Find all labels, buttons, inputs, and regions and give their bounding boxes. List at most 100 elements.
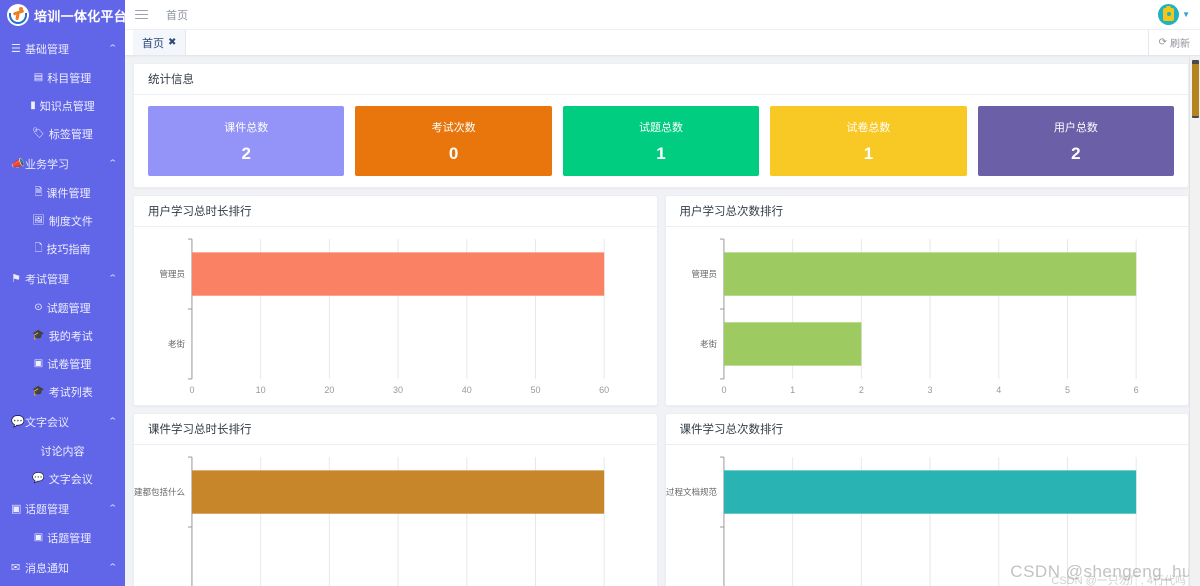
stat-card-3[interactable]: 试卷总数 1 bbox=[770, 106, 967, 176]
stat-label: 考试次数 bbox=[431, 121, 476, 134]
scrollbar-thumb[interactable] bbox=[1192, 60, 1199, 118]
graduation-cap-icon: 🎓 bbox=[32, 386, 45, 397]
graduation-cap-icon: 🎓 bbox=[32, 330, 45, 341]
svg-text:6: 6 bbox=[1133, 385, 1138, 395]
sidebar-group-0[interactable]: ☰ 基础管理 ⌃ bbox=[0, 33, 125, 64]
sidebar-group-label: 话题管理 bbox=[25, 503, 69, 516]
chart-body-3: 软件开发过程文档规范0123456 bbox=[666, 445, 1189, 586]
svg-text:老街: 老街 bbox=[699, 339, 716, 349]
stat-value: 2 bbox=[1071, 143, 1081, 163]
chart-title-3: 课件学习总次数排行 bbox=[665, 414, 1188, 445]
envelope-icon: ✉ bbox=[11, 562, 21, 574]
svg-text:3: 3 bbox=[927, 385, 932, 395]
user-avatar-icon[interactable] bbox=[1158, 4, 1180, 25]
svg-text:软件开发过程文档规范: 软件开发过程文档规范 bbox=[666, 487, 717, 497]
sidebar-item-1-2[interactable]: 🗋 技巧指南 bbox=[0, 235, 125, 263]
sidebar-group-5[interactable]: ✉ 消息通知 ⌃ bbox=[0, 552, 125, 583]
sidebar-item-0-0[interactable]: ▤ 科目管理 bbox=[0, 64, 125, 92]
stat-value: 1 bbox=[656, 143, 666, 163]
grid-icon: ▣ bbox=[11, 503, 22, 515]
brand-title: 培训一体化平台 bbox=[34, 8, 125, 24]
vertical-scrollbar[interactable] bbox=[1189, 56, 1200, 586]
refresh-icon: ⟳ bbox=[1158, 37, 1167, 48]
stat-card-0[interactable]: 课件总数 2 bbox=[148, 106, 345, 176]
chat-icon: 💬 bbox=[32, 473, 45, 484]
hamburger-icon[interactable] bbox=[135, 9, 148, 20]
stat-card-4[interactable]: 用户总数 2 bbox=[977, 106, 1175, 176]
refresh-button[interactable]: ⟳ 刷新 bbox=[1147, 30, 1200, 55]
question-circle-icon: ⊙ bbox=[34, 302, 43, 313]
sidebar-item-1-0[interactable]: 🗎 课件管理 bbox=[0, 179, 125, 207]
sidebar-item-label: 科目管理 bbox=[47, 73, 92, 85]
sidebar-item-0-1[interactable]: ▮ 知识点管理 bbox=[0, 92, 125, 120]
svg-text:5: 5 bbox=[1064, 385, 1069, 395]
svg-text:10: 10 bbox=[256, 385, 266, 395]
sidebar-item-label: 技巧指南 bbox=[46, 244, 91, 256]
tag-icon: 🏷 bbox=[32, 128, 45, 139]
tabbar: 首页 ✖ ⟳ 刷新 bbox=[125, 30, 1200, 56]
svg-text:管理员: 管理员 bbox=[159, 269, 184, 279]
chevron-up-icon: ⌃ bbox=[108, 273, 119, 283]
sidebar-item-label: 话题管理 bbox=[47, 533, 92, 545]
sidebar-item-label: 考试列表 bbox=[48, 387, 93, 399]
sidebar-item-0-2[interactable]: 🏷 标签管理 bbox=[0, 120, 125, 148]
chart-row-1: 用户学习总时长排行 管理员 老街 0 10 20 30 40 50 60 用户学习总次数排行 管… bbox=[133, 195, 1189, 406]
sidebar-group-label: 考试管理 bbox=[25, 273, 69, 286]
tab-home-label: 首页 bbox=[142, 37, 164, 50]
chat-icon: 💬 bbox=[11, 416, 25, 428]
file-image-icon: 🖼 bbox=[32, 215, 45, 226]
sidebar-item-label: 课件管理 bbox=[46, 188, 91, 200]
sidebar-group-label: 基础管理 bbox=[25, 43, 69, 56]
tab-home[interactable]: 首页 ✖ bbox=[133, 30, 187, 55]
sidebar-item-label: 我的考试 bbox=[48, 331, 93, 343]
stat-label: 用户总数 bbox=[1053, 121, 1098, 134]
svg-text:0: 0 bbox=[721, 385, 726, 395]
book-icon: ▤ bbox=[33, 72, 44, 83]
sidebar-item-1-1[interactable]: 🖼 制度文件 bbox=[0, 207, 125, 235]
sidebar: 培训一体化平台 ☰ 基础管理 ⌃ ▤ 科目管理 ▮ 知识点管理 🏷 标签管理 📣 业务学习 ⌃ 🗎 课件管… bbox=[0, 0, 125, 586]
stat-card-1[interactable]: 考试次数 0 bbox=[355, 106, 552, 176]
brand[interactable]: 培训一体化平台 bbox=[0, 0, 125, 30]
svg-text:0: 0 bbox=[189, 385, 194, 395]
runner-logo-icon bbox=[7, 4, 29, 26]
sidebar-group-1[interactable]: 📣 业务学习 ⌃ bbox=[0, 148, 125, 179]
sidebar-nav: ☰ 基础管理 ⌃ ▤ 科目管理 ▮ 知识点管理 🏷 标签管理 📣 业务学习 ⌃ 🗎 课件管理 🖼 制度文件 🗋 技… bbox=[0, 30, 125, 586]
chart-row-2: 课件学习总时长排行 党建都包括什么0123456 课件学习总次数排行 软件开发过… bbox=[133, 413, 1189, 586]
stats-title: 统计信息 bbox=[134, 64, 1188, 95]
chart-card-2: 课件学习总时长排行 党建都包括什么0123456 bbox=[133, 413, 658, 586]
stats-body: 课件总数 2 考试次数 0 试题总数 1 试卷总数 1 用户总数 2 bbox=[134, 95, 1188, 187]
topbar-home-link[interactable]: 首页 bbox=[166, 7, 188, 23]
chart-card-0: 用户学习总时长排行 管理员 老街 0 10 20 30 40 50 60 bbox=[133, 195, 658, 406]
sidebar-item-2-3[interactable]: 🎓 考试列表 bbox=[0, 378, 125, 406]
chevron-up-icon: ⌃ bbox=[108, 158, 119, 168]
sidebar-group-4[interactable]: ▣ 话题管理 ⌃ bbox=[0, 493, 125, 524]
chevron-up-icon: ⌃ bbox=[108, 416, 119, 426]
sidebar-group-3[interactable]: 💬 文字会议 ⌃ bbox=[0, 406, 125, 437]
stat-label: 试题总数 bbox=[639, 121, 684, 134]
sidebar-item-4-0[interactable]: ▣ 话题管理 bbox=[0, 524, 125, 552]
svg-text:60: 60 bbox=[599, 385, 609, 395]
chart-body-1: 管理员 老街 0 1 2 3 4 5 6 bbox=[666, 227, 1189, 405]
stat-card-2[interactable]: 试题总数 1 bbox=[562, 106, 760, 176]
stat-label: 试卷总数 bbox=[846, 121, 891, 134]
sidebar-item-2-2[interactable]: ▣ 试卷管理 bbox=[0, 350, 125, 378]
chart-title-1: 用户学习总次数排行 bbox=[665, 196, 1188, 227]
stat-value: 0 bbox=[448, 143, 459, 163]
chart-body-0: 管理员 老街 0 10 20 30 40 50 60 bbox=[134, 227, 657, 405]
sidebar-group-label: 业务学习 bbox=[25, 158, 69, 171]
sidebar-item-label: 文字会议 bbox=[48, 474, 93, 486]
sidebar-item-2-1[interactable]: 🎓 我的考试 bbox=[0, 322, 125, 350]
grid-icon: ▣ bbox=[33, 358, 44, 369]
sidebar-group-2[interactable]: ⚑ 考试管理 ⌃ bbox=[0, 263, 125, 294]
grid-icon: ▣ bbox=[33, 532, 44, 543]
sidebar-item-2-0[interactable]: ⊙ 试题管理 bbox=[0, 294, 125, 322]
sidebar-item-3-0[interactable]: 讨论内容 bbox=[0, 437, 125, 465]
sidebar-item-label: 制度文件 bbox=[48, 216, 93, 228]
stats-card: 统计信息 课件总数 2 考试次数 0 试题总数 1 试卷总数 1 用户总数 2 bbox=[133, 63, 1189, 188]
chevron-up-icon: ⌃ bbox=[108, 43, 119, 53]
sidebar-item-3-1[interactable]: 💬 文字会议 bbox=[0, 465, 125, 493]
flag-icon: ⚑ bbox=[11, 273, 21, 285]
close-icon[interactable]: ✖ bbox=[168, 37, 176, 48]
chevron-down-icon[interactable]: ▼ bbox=[1182, 10, 1190, 19]
sidebar-group-label: 文字会议 bbox=[25, 416, 69, 429]
